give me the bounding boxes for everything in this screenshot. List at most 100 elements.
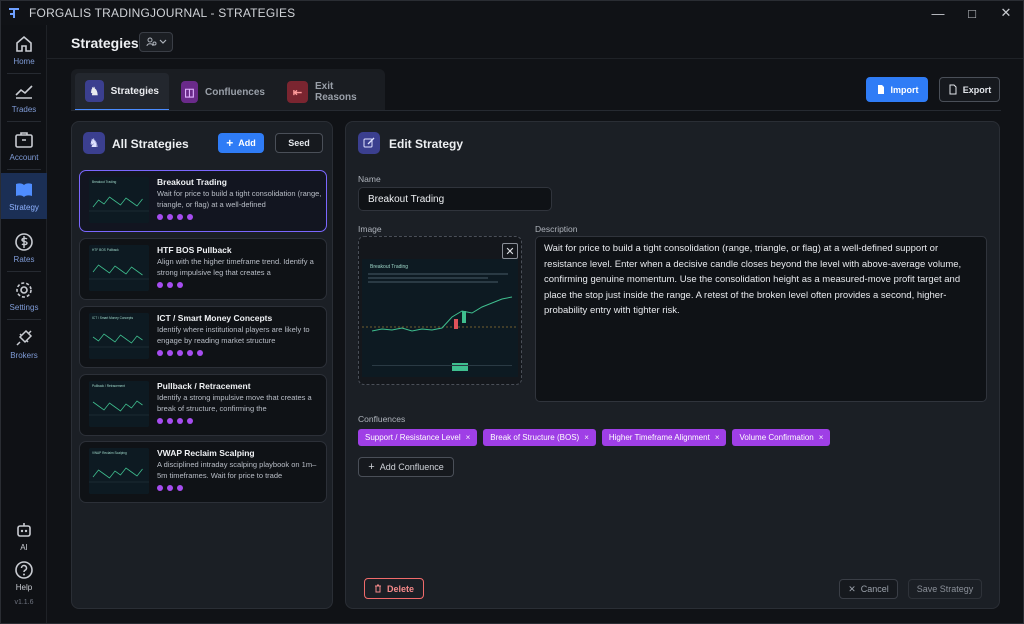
tab-strategies[interactable]: ♞ Strategies bbox=[75, 73, 169, 111]
strategy-description: Identify a strong impulsive move that cr… bbox=[157, 393, 312, 413]
save-label: Save Strategy bbox=[916, 584, 974, 594]
delete-button[interactable]: Delete bbox=[364, 578, 424, 599]
account-selector[interactable] bbox=[139, 32, 173, 52]
exit-icon: ⇤ bbox=[287, 81, 309, 103]
sidebar-item-brokers[interactable]: Brokers bbox=[1, 321, 47, 367]
strategy-description: Align with the higher timeframe trend. I… bbox=[157, 257, 314, 277]
close-button[interactable]: ✕ bbox=[989, 1, 1023, 25]
rating-dot bbox=[197, 350, 203, 356]
sidebar-item-label: Home bbox=[13, 57, 35, 66]
rating-dot bbox=[177, 485, 183, 491]
delete-label: Delete bbox=[386, 583, 414, 594]
strategy-title: HTF BOS Pullback bbox=[157, 245, 232, 255]
sidebar-item-label: AI bbox=[20, 543, 28, 552]
image-label: Image bbox=[358, 224, 382, 234]
cancel-button[interactable]: ✕ Cancel bbox=[839, 579, 898, 599]
confluence-chip: Higher Timeframe Alignment × bbox=[601, 429, 727, 446]
sidebar-item-label: Account bbox=[9, 153, 39, 162]
chevron-down-icon bbox=[159, 39, 166, 44]
window-title: FORGALIS TRADINGJOURNAL - STRATEGIES bbox=[29, 6, 296, 20]
rating-dot bbox=[157, 485, 163, 491]
plug-icon bbox=[16, 329, 33, 346]
add-confluence-label: Add Confluence bbox=[379, 462, 444, 472]
remove-chip-button[interactable]: × bbox=[584, 433, 589, 442]
dollar-icon bbox=[15, 233, 33, 251]
trash-icon bbox=[374, 584, 381, 593]
rating-dot bbox=[177, 418, 183, 424]
thumbnail-title: ICT / Smart Money Concepts bbox=[92, 316, 133, 320]
sidebar-item-settings[interactable]: Settings bbox=[1, 273, 47, 320]
strategy-rating bbox=[157, 350, 203, 356]
thumbnail-title: HTF BOS Pullback bbox=[92, 248, 119, 252]
seed-button[interactable]: Seed bbox=[275, 133, 323, 153]
add-strategy-button[interactable]: + Add bbox=[218, 133, 264, 153]
strategy-name-input[interactable]: Breakout Trading bbox=[358, 187, 552, 211]
sidebar-item-label: Trades bbox=[11, 105, 37, 114]
page-title: Strategies bbox=[71, 35, 139, 51]
maximize-button[interactable]: □ bbox=[955, 1, 989, 25]
rating-dot bbox=[167, 418, 173, 424]
thumbnail-title: Breakout Trading bbox=[92, 180, 117, 184]
rating-dot bbox=[157, 350, 163, 356]
rating-dot bbox=[187, 214, 193, 220]
export-button[interactable]: Export bbox=[939, 77, 1000, 102]
strategy-card[interactable]: Breakout Trading Breakout Trading Wait for… bbox=[79, 170, 327, 232]
chip-label: Support / Resistance Level bbox=[365, 433, 461, 442]
tab-confluences[interactable]: ◫ Confluences bbox=[171, 73, 275, 111]
strategy-chart-image: Breakout Trading bbox=[362, 259, 518, 377]
tab-label: Strategies bbox=[110, 85, 159, 97]
add-confluence-button[interactable]: + Add Confluence bbox=[358, 457, 454, 477]
strategies-list-panel: ♞ All Strategies + Add Seed Breakout Tra… bbox=[71, 121, 333, 609]
panel-title: Edit Strategy bbox=[389, 137, 464, 151]
rating-dot bbox=[177, 350, 183, 356]
sidebar-item-label: Help bbox=[15, 583, 33, 592]
remove-chip-button[interactable]: × bbox=[819, 433, 824, 442]
sidebar-item-trades[interactable]: Trades bbox=[1, 75, 47, 122]
cancel-label: Cancel bbox=[860, 584, 889, 594]
rating-dot bbox=[187, 418, 193, 424]
save-strategy-button[interactable]: Save Strategy bbox=[908, 579, 982, 599]
thumbnail-title: VWAP Reclaim Scalping bbox=[92, 451, 127, 455]
strategy-rating bbox=[157, 418, 193, 424]
rating-dot bbox=[157, 282, 163, 288]
rating-dot bbox=[157, 418, 163, 424]
chip-label: Break of Structure (BOS) bbox=[490, 433, 580, 442]
sidebar-item-strategy[interactable]: Strategy bbox=[1, 173, 47, 219]
strategy-card[interactable]: ICT / Smart Money Concepts ICT / Smart Mo… bbox=[79, 306, 327, 368]
sidebar-item-help[interactable]: Help bbox=[1, 553, 47, 599]
strategy-title: ICT / Smart Money Concepts bbox=[157, 313, 273, 323]
strategy-card[interactable]: Pullback / Retracement Pullback / Retrace… bbox=[79, 374, 327, 436]
rating-dot bbox=[167, 214, 173, 220]
strategy-rating bbox=[157, 214, 193, 220]
version-label: v1.1.6 bbox=[14, 599, 34, 606]
add-label: Add bbox=[238, 138, 256, 148]
chip-label: Volume Confirmation bbox=[739, 433, 814, 442]
minimize-button[interactable]: — bbox=[921, 1, 955, 25]
sidebar: Home Trades Account Strategy Rates Setti… bbox=[1, 25, 47, 623]
home-icon bbox=[16, 35, 32, 52]
rating-dot bbox=[167, 282, 173, 288]
remove-chip-button[interactable]: × bbox=[466, 433, 471, 442]
chess-knight-icon: ♞ bbox=[83, 132, 105, 154]
plus-icon: + bbox=[226, 136, 234, 150]
remove-image-button[interactable]: ✕ bbox=[502, 243, 518, 259]
panel-title: All Strategies bbox=[112, 137, 189, 151]
sidebar-item-account[interactable]: Account bbox=[1, 123, 47, 170]
chip-label: Higher Timeframe Alignment bbox=[608, 433, 710, 442]
export-label: Export bbox=[962, 84, 992, 95]
remove-chip-button[interactable]: × bbox=[715, 433, 720, 442]
app-logo-icon bbox=[9, 8, 19, 18]
strategy-card[interactable]: VWAP Reclaim Scalping VWAP Reclaim Scalpi… bbox=[79, 441, 327, 503]
sidebar-item-rates[interactable]: Rates bbox=[1, 225, 47, 272]
gear-icon bbox=[16, 282, 32, 298]
tab-label: Exit Reasons bbox=[315, 81, 357, 103]
confluence-icon: ◫ bbox=[181, 81, 198, 103]
tab-exit-reasons[interactable]: ⇤ Exit Reasons bbox=[277, 73, 385, 111]
strategy-description-input[interactable]: Wait for price to build a tight consolid… bbox=[535, 236, 987, 402]
name-label: Name bbox=[358, 174, 381, 184]
import-button[interactable]: Import bbox=[866, 77, 928, 102]
sidebar-item-home[interactable]: Home bbox=[1, 27, 47, 74]
strategy-image-dropzone[interactable]: Breakout Trading ✕ bbox=[358, 236, 522, 385]
rating-dot bbox=[177, 282, 183, 288]
strategy-card[interactable]: HTF BOS Pullback HTF BOS Pullback Align wi… bbox=[79, 238, 327, 300]
